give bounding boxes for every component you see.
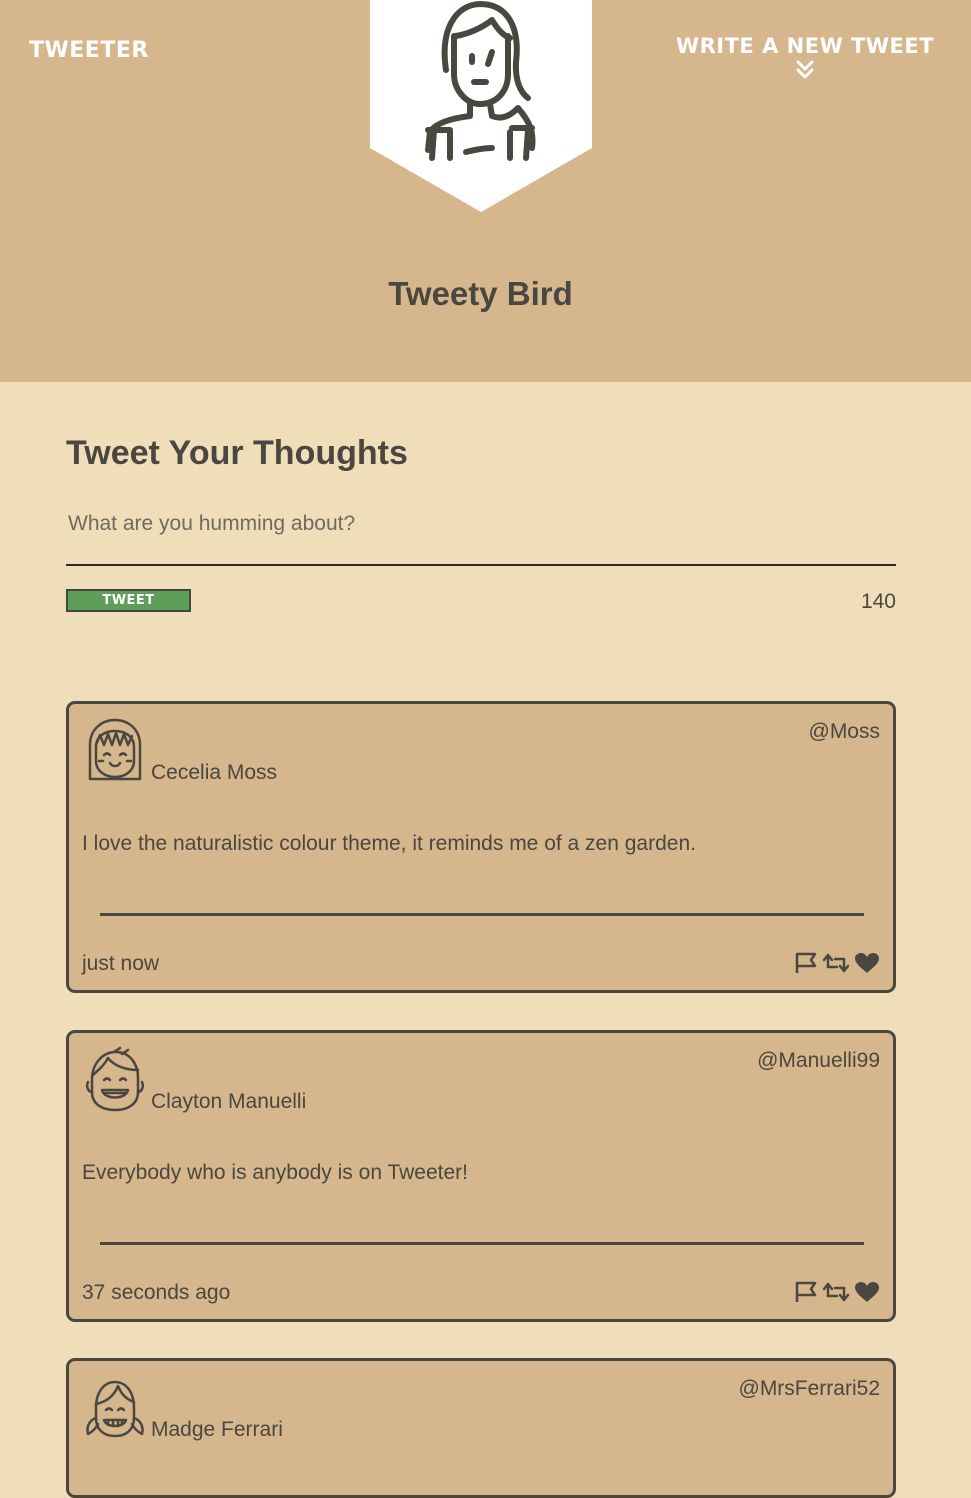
retweet-icon[interactable] — [822, 1281, 850, 1303]
tweet-input[interactable] — [66, 506, 896, 566]
tweet-author[interactable]: Madge Ferrari — [151, 1418, 283, 1442]
tweet-handle[interactable]: @Manuelli99 — [757, 1049, 880, 1073]
profile-header: TWEETER WRITE A NEW TWEET Tweety Bird — [0, 0, 971, 382]
tweet-author[interactable]: Cecelia Moss — [151, 761, 277, 785]
heart-icon[interactable] — [854, 952, 880, 974]
heart-icon[interactable] — [854, 1281, 880, 1303]
flag-icon[interactable] — [794, 952, 818, 974]
tweet-actions — [794, 952, 880, 974]
profile-avatar — [370, 0, 592, 212]
character-counter: 140 — [860, 590, 896, 613]
compose-title: Tweet Your Thoughts — [66, 434, 408, 472]
tweet-text: I love the naturalistic colour theme, it… — [82, 832, 696, 855]
write-new-tweet-link[interactable]: WRITE A NEW TWEET — [670, 34, 940, 80]
double-chevron-down-icon — [796, 60, 814, 79]
tweet-timestamp: 37 seconds ago — [82, 1281, 231, 1304]
smiling-boy-avatar-icon — [85, 1046, 145, 1112]
tweet-button[interactable]: TWEET — [66, 589, 191, 612]
woman-portrait-icon — [370, 0, 592, 212]
tweet-author[interactable]: Clayton Manuelli — [151, 1090, 306, 1114]
girl-bangs-avatar-icon — [88, 718, 142, 781]
girl-pigtails-avatar-icon — [86, 1380, 144, 1438]
tweet-handle[interactable]: @MrsFerrari52 — [739, 1377, 881, 1401]
tweet-divider — [100, 1242, 864, 1245]
tweet-card: Cecelia Moss @Moss I love the naturalist… — [66, 701, 896, 993]
tweet-timestamp: just now — [82, 952, 160, 975]
flag-icon[interactable] — [794, 1281, 818, 1303]
tweet-card: Madge Ferrari @MrsFerrari52 — [66, 1358, 896, 1498]
tweet-card: Clayton Manuelli @Manuelli99 Everybody w… — [66, 1030, 896, 1322]
retweet-icon[interactable] — [822, 952, 850, 974]
write-new-tweet-label: WRITE A NEW TWEET — [675, 34, 935, 58]
tweet-handle[interactable]: @Moss — [809, 720, 881, 744]
tweet-divider — [100, 913, 864, 916]
profile-name: Tweety Bird — [388, 275, 573, 312]
tweet-text: Everybody who is anybody is on Tweeter! — [82, 1161, 468, 1184]
tweet-actions — [794, 1281, 880, 1303]
brand-logo[interactable]: TWEETER — [29, 38, 149, 63]
